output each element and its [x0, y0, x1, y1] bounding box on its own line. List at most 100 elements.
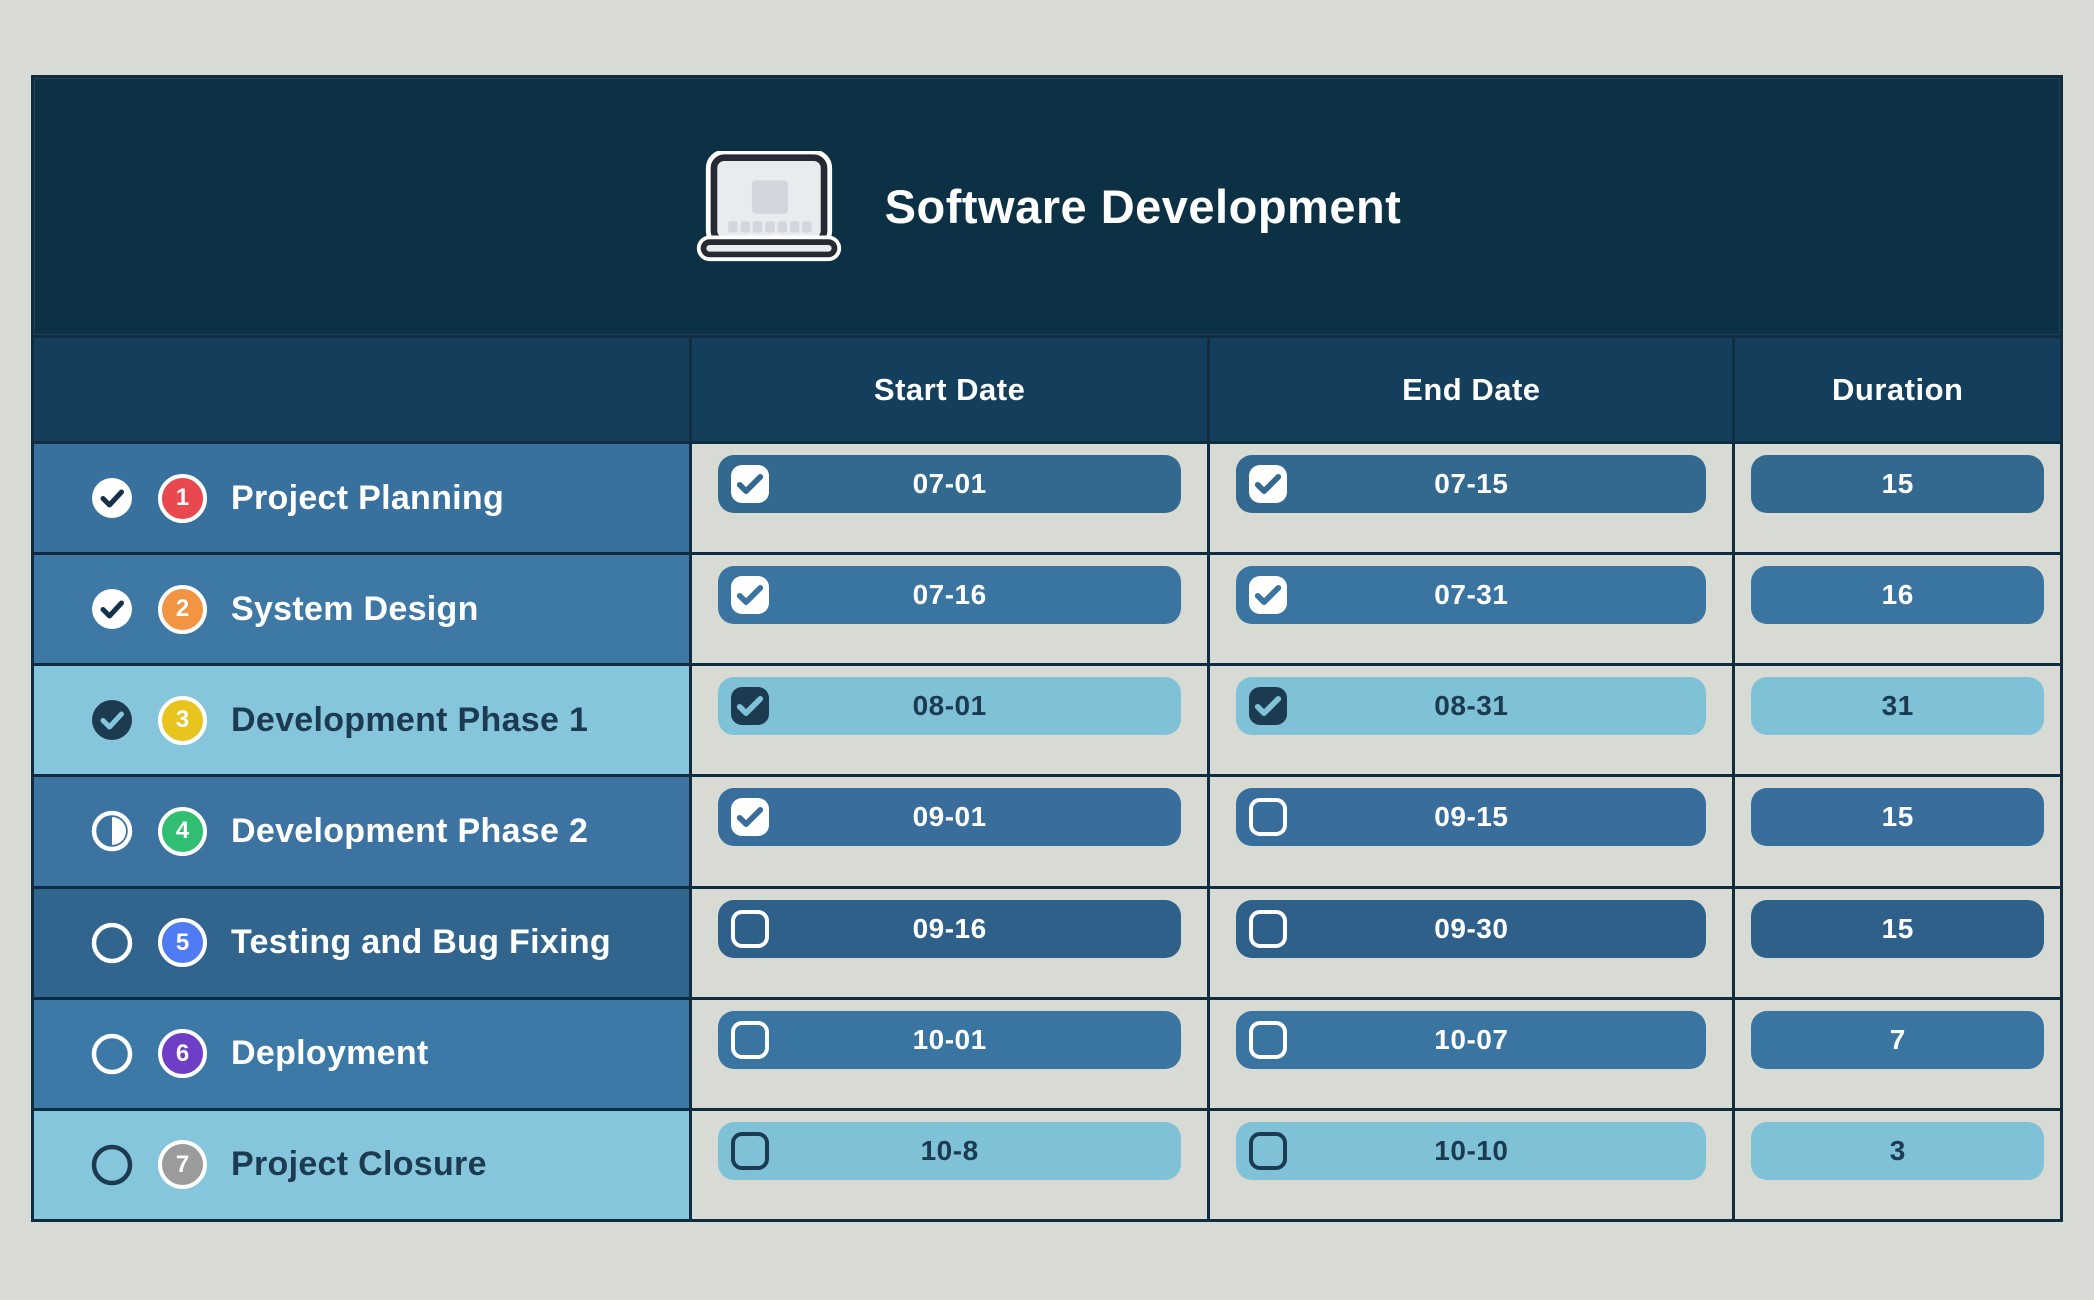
page: Software Development Start Date End Date…: [0, 0, 2094, 1300]
start-date-value: 10-01: [718, 1024, 1181, 1056]
duration-pill: 15: [1751, 788, 2044, 846]
end-date-pill[interactable]: 08-31: [1236, 677, 1706, 735]
task-cell: 1 Project Planning: [34, 444, 689, 552]
duration-value: 15: [1751, 468, 2044, 500]
start-date-cell: 07-16: [692, 555, 1207, 663]
duration-pill: 15: [1751, 900, 2044, 958]
start-date-cell: 10-01: [692, 1000, 1207, 1108]
column-header-duration: Duration: [1735, 338, 2060, 441]
end-date-cell: 10-07: [1210, 1000, 1732, 1108]
task-cell: 6 Deployment: [34, 1000, 689, 1108]
column-header-end-date: End Date: [1210, 338, 1732, 441]
table-grid: Start Date End Date Duration 1 Project P…: [34, 335, 2060, 1219]
duration-value: 15: [1751, 913, 2044, 945]
duration-cell: 15: [1735, 444, 2060, 552]
status-done-icon: [90, 587, 134, 631]
table-title-band: Software Development: [34, 78, 2060, 335]
task-number-badge: 3: [158, 696, 207, 745]
column-header-task: [34, 338, 689, 441]
start-date-value: 07-16: [718, 579, 1181, 611]
duration-cell: 15: [1735, 777, 2060, 885]
duration-cell: 31: [1735, 666, 2060, 774]
task-number-badge: 5: [158, 918, 207, 967]
start-date-pill[interactable]: 07-16: [718, 566, 1181, 624]
status-todo-icon: [90, 1032, 134, 1076]
end-date-pill[interactable]: 10-10: [1236, 1122, 1706, 1180]
status-todo-icon: [90, 1143, 134, 1187]
start-date-value: 09-16: [718, 913, 1181, 945]
duration-cell: 15: [1735, 889, 2060, 997]
end-date-value: 09-15: [1236, 801, 1706, 833]
task-cell: 2 System Design: [34, 555, 689, 663]
laptop-icon: [693, 151, 845, 263]
task-number-badge: 1: [158, 474, 207, 523]
task-cell: 5 Testing and Bug Fixing: [34, 889, 689, 997]
end-date-cell: 07-31: [1210, 555, 1732, 663]
duration-pill: 7: [1751, 1011, 2044, 1069]
start-date-pill[interactable]: 10-8: [718, 1122, 1181, 1180]
end-date-value: 08-31: [1236, 690, 1706, 722]
start-date-value: 08-01: [718, 690, 1181, 722]
project-table: Software Development Start Date End Date…: [31, 75, 2063, 1222]
end-date-pill[interactable]: 07-31: [1236, 566, 1706, 624]
end-date-cell: 08-31: [1210, 666, 1732, 774]
end-date-value: 10-10: [1236, 1135, 1706, 1167]
status-done-icon: [90, 476, 134, 520]
end-date-cell: 09-30: [1210, 889, 1732, 997]
task-label: Development Phase 1: [231, 701, 588, 740]
start-date-cell: 09-16: [692, 889, 1207, 997]
task-cell: 3 Development Phase 1: [34, 666, 689, 774]
task-number-badge: 4: [158, 807, 207, 856]
duration-pill: 15: [1751, 455, 2044, 513]
task-cell: 7 Project Closure: [34, 1111, 689, 1219]
end-date-value: 07-15: [1236, 468, 1706, 500]
end-date-pill[interactable]: 10-07: [1236, 1011, 1706, 1069]
start-date-pill[interactable]: 07-01: [718, 455, 1181, 513]
task-label: Testing and Bug Fixing: [231, 923, 611, 962]
task-label: Deployment: [231, 1034, 429, 1073]
page-title: Software Development: [885, 179, 1402, 234]
end-date-pill[interactable]: 09-15: [1236, 788, 1706, 846]
task-label: Development Phase 2: [231, 812, 588, 851]
start-date-pill[interactable]: 09-01: [718, 788, 1181, 846]
end-date-pill[interactable]: 09-30: [1236, 900, 1706, 958]
status-done-icon: [90, 698, 134, 742]
column-header-start-date: Start Date: [692, 338, 1207, 441]
task-label: Project Closure: [231, 1145, 487, 1184]
status-half-icon: [90, 809, 134, 853]
task-label: Project Planning: [231, 479, 504, 518]
task-number-badge: 6: [158, 1029, 207, 1078]
duration-value: 7: [1751, 1024, 2044, 1056]
start-date-pill[interactable]: 10-01: [718, 1011, 1181, 1069]
duration-value: 15: [1751, 801, 2044, 833]
end-date-cell: 10-10: [1210, 1111, 1732, 1219]
start-date-cell: 09-01: [692, 777, 1207, 885]
start-date-value: 09-01: [718, 801, 1181, 833]
end-date-value: 07-31: [1236, 579, 1706, 611]
end-date-pill[interactable]: 07-15: [1236, 455, 1706, 513]
start-date-cell: 08-01: [692, 666, 1207, 774]
end-date-cell: 09-15: [1210, 777, 1732, 885]
duration-pill: 31: [1751, 677, 2044, 735]
start-date-pill[interactable]: 08-01: [718, 677, 1181, 735]
start-date-value: 07-01: [718, 468, 1181, 500]
start-date-cell: 10-8: [692, 1111, 1207, 1219]
task-cell: 4 Development Phase 2: [34, 777, 689, 885]
end-date-value: 09-30: [1236, 913, 1706, 945]
duration-cell: 7: [1735, 1000, 2060, 1108]
start-date-pill[interactable]: 09-16: [718, 900, 1181, 958]
task-number-badge: 2: [158, 585, 207, 634]
duration-cell: 16: [1735, 555, 2060, 663]
duration-pill: 3: [1751, 1122, 2044, 1180]
end-date-value: 10-07: [1236, 1024, 1706, 1056]
start-date-value: 10-8: [718, 1135, 1181, 1167]
status-todo-icon: [90, 921, 134, 965]
duration-cell: 3: [1735, 1111, 2060, 1219]
end-date-cell: 07-15: [1210, 444, 1732, 552]
start-date-cell: 07-01: [692, 444, 1207, 552]
duration-value: 16: [1751, 579, 2044, 611]
task-label: System Design: [231, 590, 479, 629]
duration-pill: 16: [1751, 566, 2044, 624]
task-number-badge: 7: [158, 1140, 207, 1189]
duration-value: 31: [1751, 690, 2044, 722]
